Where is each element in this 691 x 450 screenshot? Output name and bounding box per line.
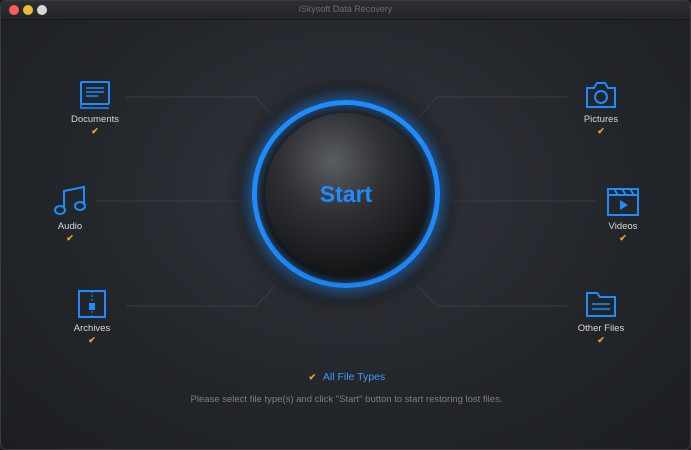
checkbox-pictures[interactable]: ✔ — [597, 127, 606, 136]
file-type-label: Pictures — [583, 114, 619, 125]
checkbox-audio[interactable]: ✔ — [66, 234, 75, 243]
file-type-label: Documents — [70, 114, 120, 125]
file-type-documents[interactable]: Documents ✔ — [45, 80, 145, 136]
folder-icon — [586, 292, 616, 317]
app-window: iSkysoft Data Recovery Documents ✔ Audio… — [0, 0, 691, 450]
start-button[interactable]: Start — [265, 113, 427, 275]
file-type-videos[interactable]: Videos ✔ — [573, 185, 673, 243]
file-type-audio[interactable]: Audio ✔ — [20, 185, 120, 243]
instruction-text: Please select file type(s) and click "St… — [190, 394, 503, 405]
file-type-other-files[interactable]: Other Files ✔ — [551, 289, 651, 345]
checkbox-other-files[interactable]: ✔ — [597, 336, 606, 345]
file-type-label: Other Files — [577, 323, 625, 334]
checkbox-all-file-types[interactable]: ✔ — [308, 373, 317, 382]
file-type-pictures[interactable]: Pictures ✔ — [551, 80, 651, 136]
file-type-label: Archives — [73, 323, 111, 334]
all-file-types-option[interactable]: ✔ All File Types — [1, 371, 690, 383]
camera-icon — [586, 82, 616, 108]
checkbox-videos[interactable]: ✔ — [619, 234, 628, 243]
document-icon — [80, 81, 110, 109]
file-type-label: Audio — [57, 221, 83, 232]
checkbox-documents[interactable]: ✔ — [91, 127, 100, 136]
file-type-label: Videos — [608, 221, 638, 232]
archive-icon — [78, 290, 106, 318]
clapperboard-icon — [607, 188, 639, 216]
music-note-icon — [54, 185, 86, 215]
all-file-types-label: All File Types — [322, 371, 386, 383]
checkbox-archives[interactable]: ✔ — [88, 336, 97, 345]
file-type-archives[interactable]: Archives ✔ — [42, 289, 142, 345]
